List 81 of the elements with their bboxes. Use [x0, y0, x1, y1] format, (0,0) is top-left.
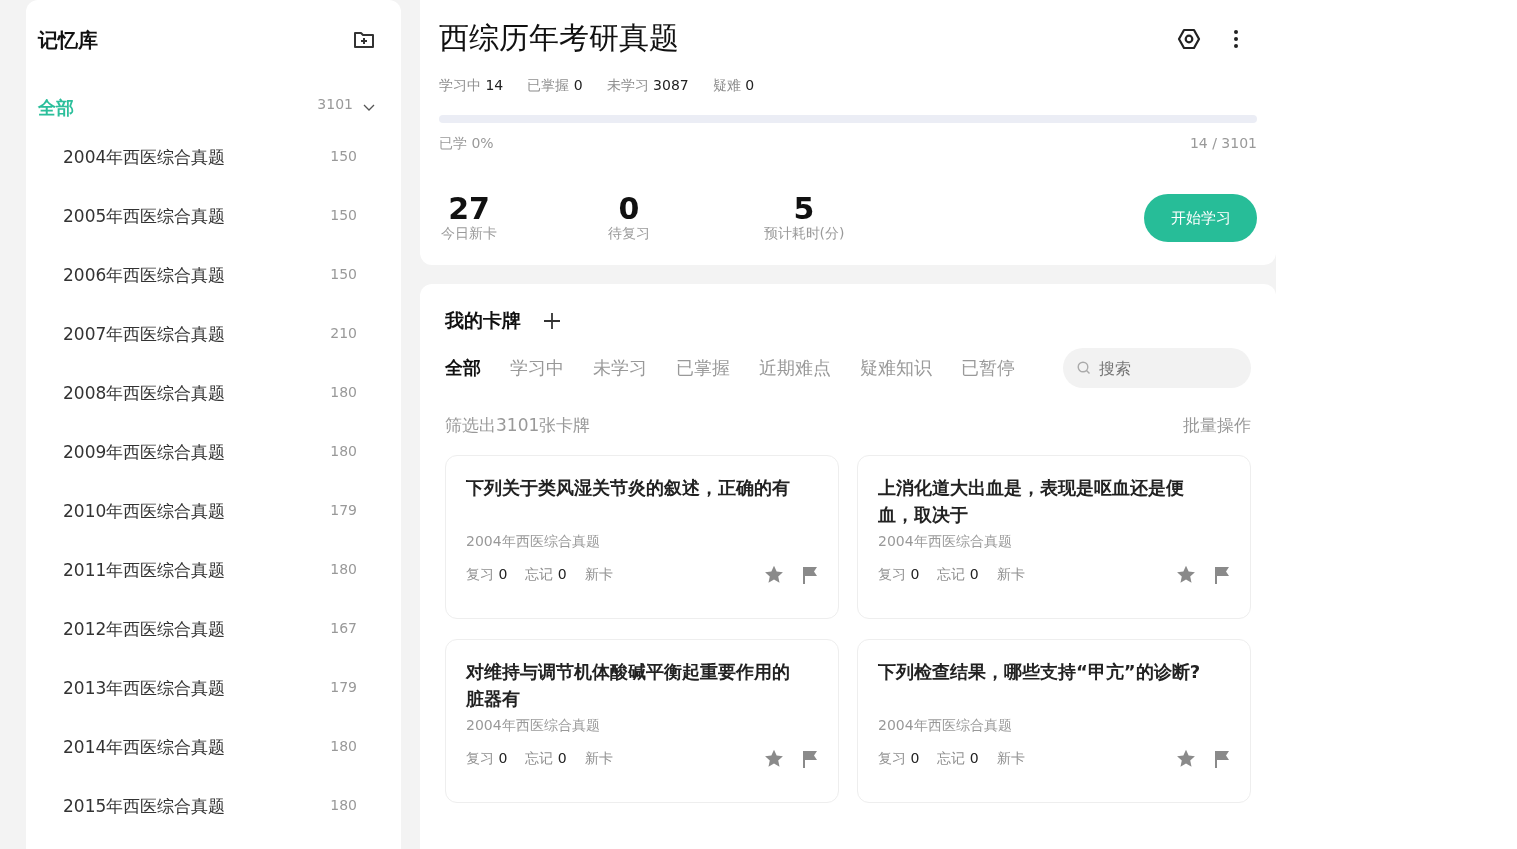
question-title: 对维持与调节机体酸碱平衡起重要作用的脏器有: [466, 660, 791, 711]
item-count: 210: [330, 324, 357, 341]
question-card[interactable]: 下列检查结果，哪些支持“甲亢”的诊断? 2004年西医综合真题 复习 0 忘记 0 新卡: [857, 639, 1251, 803]
deck-name: 2004年西医综合真题: [878, 717, 1013, 735]
forget-count: 忘记 0: [937, 565, 979, 584]
sidebar-item[interactable]: 2010年西医综合真题: [63, 500, 331, 523]
item-count: 150: [330, 265, 357, 282]
deck-name: 2004年西医综合真题: [878, 533, 1013, 551]
sidebar-item[interactable]: 2013年西医综合真题: [63, 677, 331, 700]
item-count: 180: [330, 383, 357, 400]
question-title: 下列检查结果，哪些支持“甲亢”的诊断?: [878, 660, 1202, 684]
flag-icon[interactable]: [1214, 749, 1230, 768]
sidebar-item[interactable]: 2015年西医综合真题: [63, 795, 331, 818]
sidebar-item[interactable]: 2008年西医综合真题: [63, 382, 331, 405]
item-count: 150: [330, 206, 357, 223]
review-count: 复习 0: [466, 749, 508, 768]
card-status: 新卡: [996, 749, 1025, 768]
sidebar-item[interactable]: 2011年西医综合真题: [63, 559, 331, 582]
item-count: 167: [330, 619, 357, 636]
flag-icon[interactable]: [802, 749, 818, 768]
folder-add-icon[interactable]: [353, 30, 375, 50]
question-card[interactable]: 对维持与调节机体酸碱平衡起重要作用的脏器有 2004年西医综合真题 复习 0 忘记 0 新卡: [445, 639, 839, 803]
review-count: 复习 0: [466, 565, 508, 584]
stat-text: 疑难 0: [712, 77, 755, 95]
search-icon: [1077, 361, 1091, 375]
star-icon[interactable]: [764, 749, 784, 768]
star-icon[interactable]: [764, 565, 784, 584]
sidebar-item[interactable]: 2006年西医综合真题: [63, 264, 331, 287]
question-title: 上消化道大出血是，表现是呕血还是便血，取决于: [878, 476, 1185, 527]
summary-value: 0: [618, 193, 640, 225]
stat-text: 已掌握 0: [527, 77, 583, 95]
summary-value: 27: [448, 193, 490, 225]
forget-count: 忘记 0: [525, 749, 567, 768]
question-card[interactable]: 上消化道大出血是，表现是呕血还是便血，取决于 2004年西医综合真题 复习 0 忘记 0 新卡: [857, 455, 1251, 619]
filter-tab[interactable]: 全部: [445, 356, 481, 380]
summary-label: 预计耗时(分): [763, 225, 845, 243]
sidebar-item[interactable]: 2007年西医综合真题: [63, 323, 331, 346]
review-count: 复习 0: [878, 749, 920, 768]
flag-icon[interactable]: [802, 565, 818, 584]
item-count: 3101: [317, 96, 353, 112]
forget-count: 忘记 0: [937, 749, 979, 768]
filter-summary: 筛选出3101张卡牌: [445, 414, 591, 437]
item-count: 180: [330, 560, 357, 577]
review-count: 复习 0: [878, 565, 920, 584]
summary-label: 今日新卡: [441, 225, 497, 243]
summary-value: 5: [793, 193, 815, 225]
summary-label: 待复习: [608, 225, 650, 243]
question-card[interactable]: 下列关于类风湿关节炎的叙述，正确的有 2004年西医综合真题 复习 0 忘记 0 新卡: [445, 455, 839, 619]
question-title: 下列关于类风湿关节炎的叙述，正确的有: [466, 476, 791, 500]
item-count: 179: [330, 678, 357, 695]
search-field[interactable]: 搜索: [1063, 348, 1251, 388]
sidebar-item[interactable]: 2009年西医综合真题: [63, 441, 331, 464]
star-icon[interactable]: [1176, 749, 1196, 768]
item-count: 180: [330, 796, 357, 813]
panel-title: 我的卡牌: [445, 308, 521, 333]
more-icon[interactable]: [1233, 28, 1239, 49]
star-icon[interactable]: [1176, 565, 1196, 584]
card-status: 新卡: [584, 749, 613, 768]
progress-label: 已学 0%: [439, 135, 494, 153]
deck-name: 2004年西医综合真题: [466, 533, 601, 551]
item-count: 180: [330, 442, 357, 459]
add-icon[interactable]: [543, 312, 561, 330]
stat-text: 学习中 14: [439, 77, 504, 95]
progress-count: 14 / 3101: [1189, 135, 1257, 153]
sidebar-item[interactable]: 2012年西医综合真题: [63, 618, 331, 641]
card-status: 新卡: [996, 565, 1025, 584]
chevron-icon[interactable]: [363, 104, 375, 112]
sidebar-item[interactable]: 2004年西医综合真题: [63, 146, 331, 169]
flag-icon[interactable]: [1214, 565, 1230, 584]
item-count: 179: [330, 501, 357, 518]
sidebar-item[interactable]: 2014年西医综合真题: [63, 736, 331, 759]
stat-text: 未学习 3087: [606, 77, 689, 95]
item-count: 180: [330, 737, 357, 754]
item-count: 150: [330, 147, 357, 164]
settings-icon[interactable]: [1177, 26, 1201, 51]
forget-count: 忘记 0: [525, 565, 567, 584]
sidebar-item[interactable]: 2005年西医综合真题: [63, 205, 331, 228]
sidebar-title: 记忆库: [38, 26, 98, 54]
deck-title: 西综历年考研真题: [439, 19, 680, 57]
deck-name: 2004年西医综合真题: [466, 717, 601, 735]
card-status: 新卡: [584, 565, 613, 584]
